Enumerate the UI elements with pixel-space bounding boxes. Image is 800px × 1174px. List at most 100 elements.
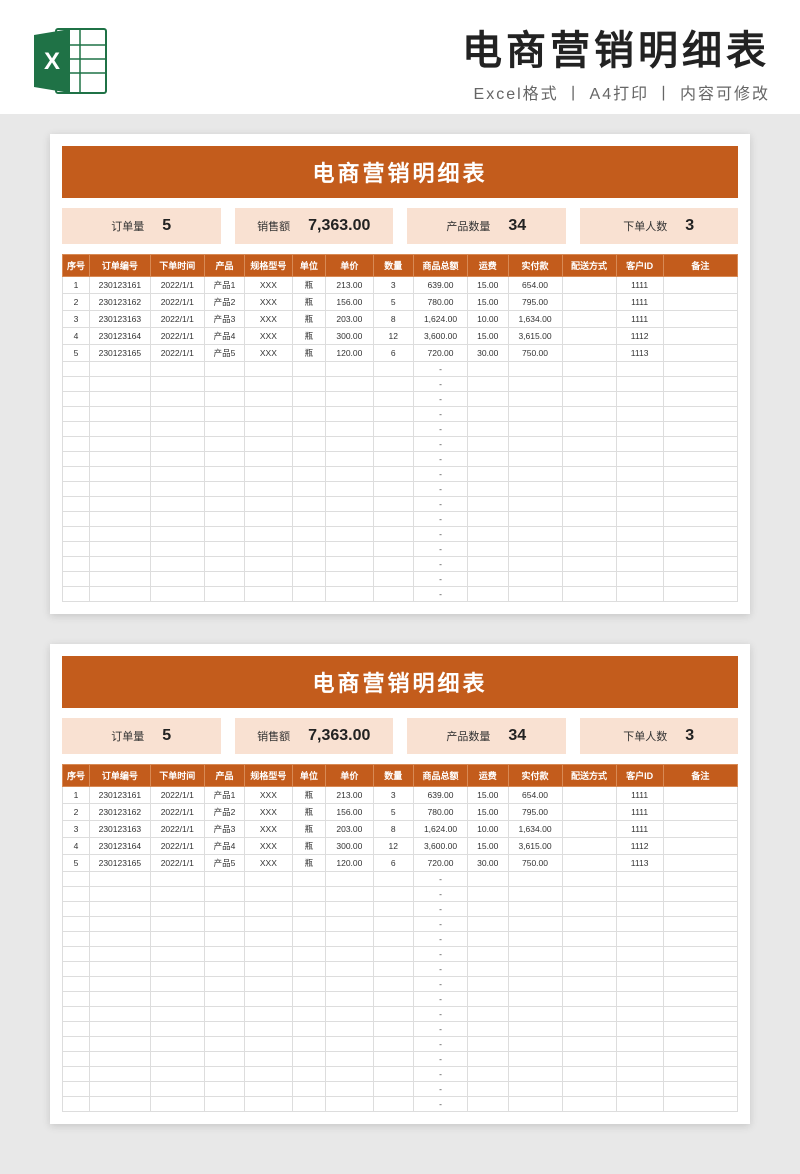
table-cell bbox=[663, 527, 737, 542]
kpi-label: 订单量 bbox=[111, 728, 144, 744]
table-cell bbox=[326, 377, 373, 392]
table-cell bbox=[90, 572, 151, 587]
table-cell bbox=[373, 917, 414, 932]
table-cell bbox=[616, 437, 663, 452]
table-cell bbox=[373, 1052, 414, 1067]
table-cell bbox=[63, 377, 90, 392]
column-header: 运费 bbox=[468, 255, 509, 277]
kpi-row: 订单量5销售额7,363.00产品数量34下单人数3 bbox=[62, 208, 738, 244]
kpi-box: 下单人数3 bbox=[580, 208, 739, 244]
table-cell bbox=[90, 377, 151, 392]
table-cell: 230123163 bbox=[90, 311, 151, 328]
table-cell bbox=[562, 345, 616, 362]
table-cell bbox=[245, 977, 292, 992]
table-cell: 1113 bbox=[616, 855, 663, 872]
table-cell: 1111 bbox=[616, 311, 663, 328]
table-cell bbox=[508, 557, 562, 572]
table-cell: 30.00 bbox=[468, 345, 509, 362]
table-cell: 5 bbox=[373, 294, 414, 311]
table-cell bbox=[326, 497, 373, 512]
table-cell bbox=[204, 512, 245, 527]
table-cell bbox=[373, 362, 414, 377]
table-cell bbox=[508, 1022, 562, 1037]
table-cell bbox=[90, 947, 151, 962]
table-cell bbox=[63, 467, 90, 482]
table-cell bbox=[663, 1067, 737, 1082]
table-cell bbox=[508, 932, 562, 947]
table-cell bbox=[373, 1037, 414, 1052]
table-cell: 5 bbox=[373, 804, 414, 821]
kpi-box: 订单量5 bbox=[62, 208, 221, 244]
table-cell bbox=[663, 1007, 737, 1022]
table-cell bbox=[373, 962, 414, 977]
table-cell bbox=[562, 962, 616, 977]
table-cell bbox=[562, 821, 616, 838]
table-cell: - bbox=[414, 947, 468, 962]
table-cell bbox=[616, 872, 663, 887]
table-cell bbox=[562, 482, 616, 497]
table-cell: - bbox=[414, 977, 468, 992]
table-cell bbox=[292, 542, 326, 557]
kpi-value: 7,363.00 bbox=[308, 727, 370, 745]
table-cell: 1 bbox=[63, 787, 90, 804]
svg-text:X: X bbox=[44, 48, 60, 75]
table-cell bbox=[616, 1097, 663, 1112]
table-cell bbox=[326, 482, 373, 497]
table-cell bbox=[150, 977, 204, 992]
table-cell bbox=[468, 1052, 509, 1067]
table-cell bbox=[292, 1082, 326, 1097]
table-cell bbox=[468, 407, 509, 422]
table-cell bbox=[508, 1097, 562, 1112]
table-cell bbox=[508, 1082, 562, 1097]
table-cell bbox=[508, 542, 562, 557]
table-cell bbox=[616, 452, 663, 467]
table-cell bbox=[292, 1052, 326, 1067]
table-cell bbox=[508, 872, 562, 887]
table-cell bbox=[508, 422, 562, 437]
column-header: 单位 bbox=[292, 765, 326, 787]
table-cell bbox=[373, 1082, 414, 1097]
table-cell bbox=[562, 572, 616, 587]
table-cell bbox=[663, 902, 737, 917]
table-cell bbox=[63, 992, 90, 1007]
table-cell bbox=[63, 572, 90, 587]
table-cell: 6 bbox=[373, 345, 414, 362]
table-cell bbox=[245, 467, 292, 482]
table-cell bbox=[245, 962, 292, 977]
table-cell: 产品2 bbox=[204, 294, 245, 311]
table-cell bbox=[90, 497, 151, 512]
table-cell bbox=[326, 467, 373, 482]
table-cell bbox=[508, 917, 562, 932]
column-header: 单价 bbox=[326, 255, 373, 277]
kpi-row: 订单量5销售额7,363.00产品数量34下单人数3 bbox=[62, 718, 738, 754]
table-cell: 120.00 bbox=[326, 855, 373, 872]
table-cell: 795.00 bbox=[508, 294, 562, 311]
table-cell bbox=[292, 1022, 326, 1037]
table-cell: 780.00 bbox=[414, 804, 468, 821]
table-cell bbox=[245, 497, 292, 512]
table-cell: 3,600.00 bbox=[414, 838, 468, 855]
column-header: 商品总额 bbox=[414, 765, 468, 787]
table-cell bbox=[90, 362, 151, 377]
table-cell: - bbox=[414, 497, 468, 512]
table-cell: 15.00 bbox=[468, 277, 509, 294]
column-header: 客户ID bbox=[616, 255, 663, 277]
table-cell bbox=[150, 1082, 204, 1097]
table-cell bbox=[562, 1007, 616, 1022]
kpi-box: 产品数量34 bbox=[407, 208, 566, 244]
table-cell bbox=[468, 1007, 509, 1022]
table-cell bbox=[373, 407, 414, 422]
table-cell bbox=[63, 887, 90, 902]
table-cell: 瓶 bbox=[292, 294, 326, 311]
table-cell: 230123162 bbox=[90, 804, 151, 821]
table-cell bbox=[508, 437, 562, 452]
table-cell: - bbox=[414, 392, 468, 407]
table-cell bbox=[204, 392, 245, 407]
table-row-empty: - bbox=[63, 977, 738, 992]
table-cell bbox=[663, 512, 737, 527]
table-cell bbox=[90, 932, 151, 947]
table-cell bbox=[468, 1022, 509, 1037]
table-cell: 6 bbox=[373, 855, 414, 872]
table-cell: - bbox=[414, 557, 468, 572]
table-cell bbox=[245, 1037, 292, 1052]
